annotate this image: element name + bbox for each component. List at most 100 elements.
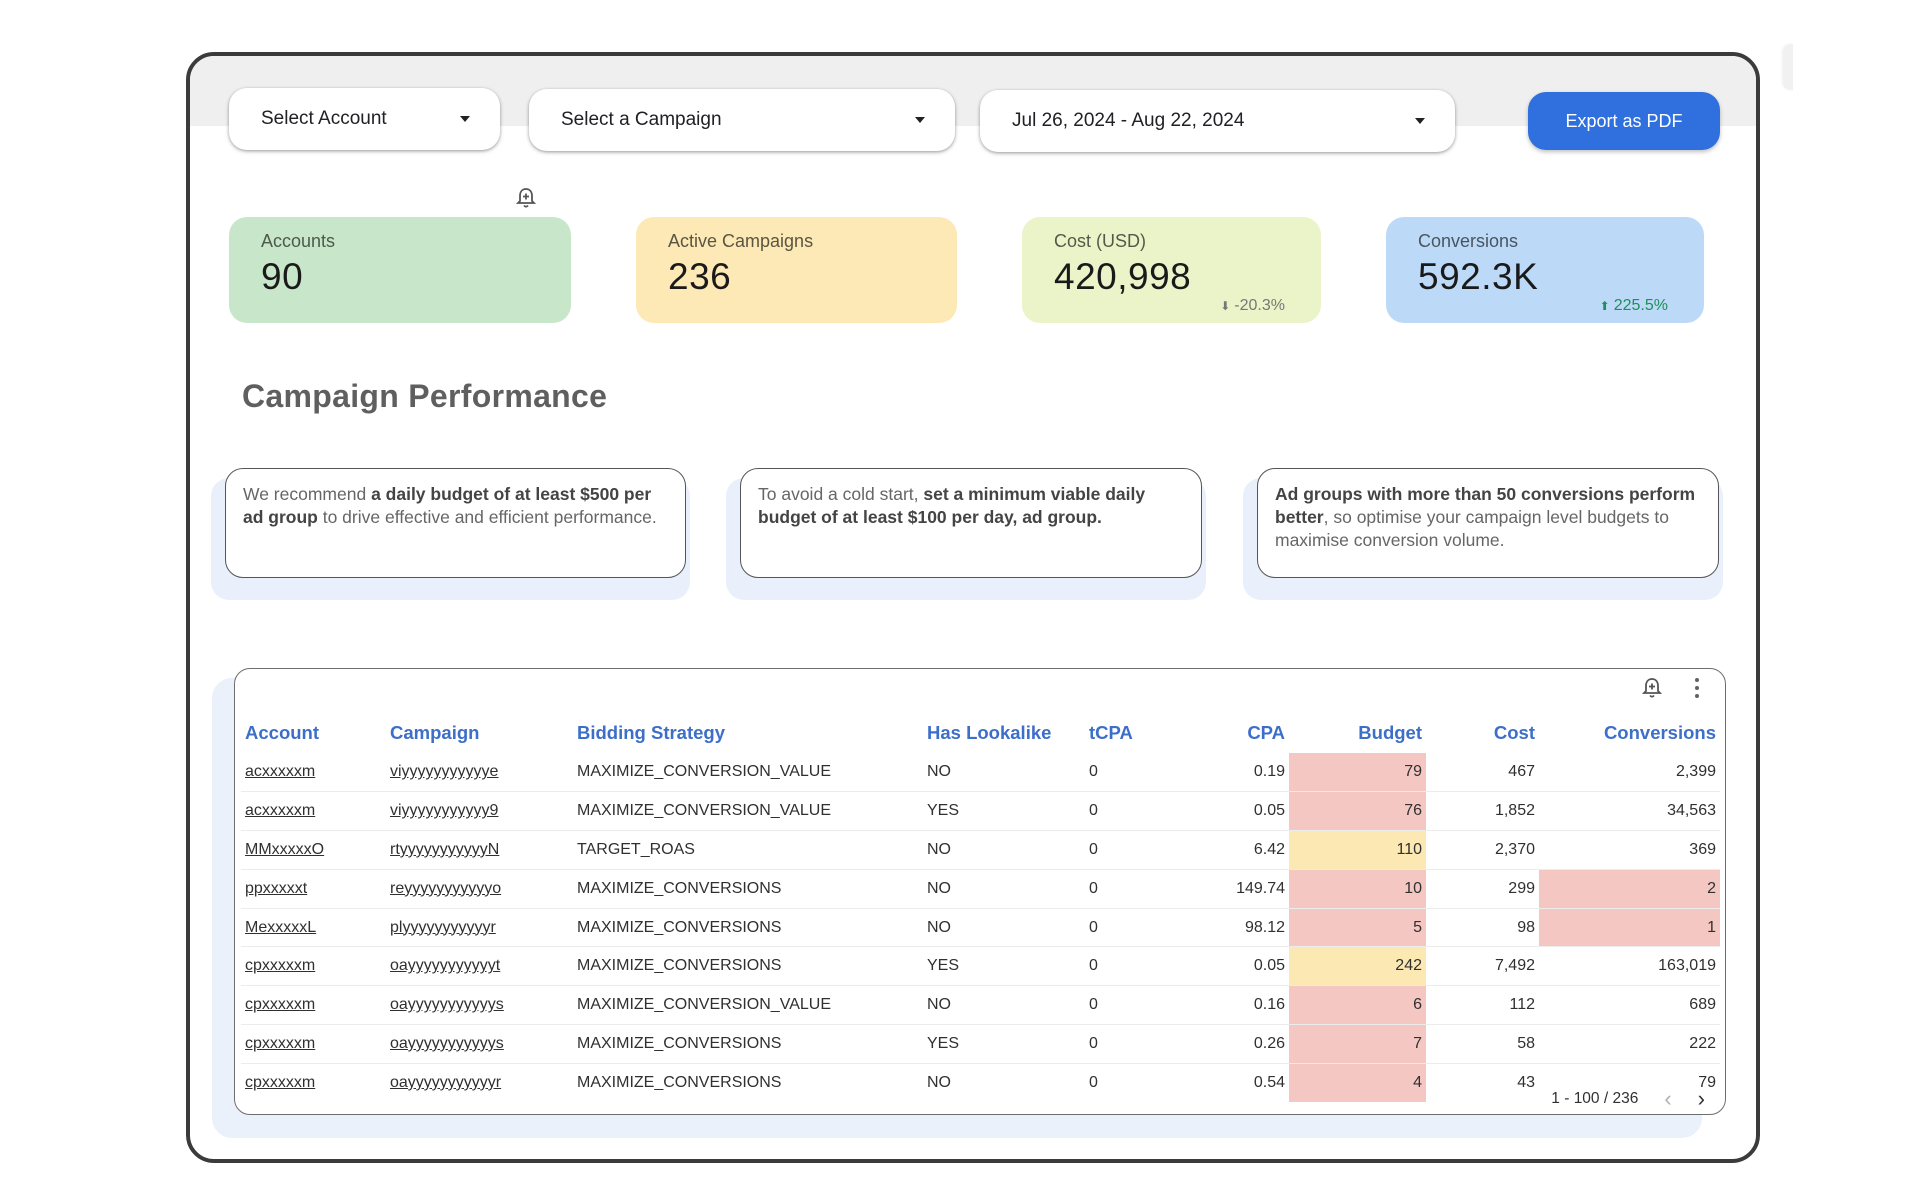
cell-budget: 7 [1289, 1024, 1426, 1064]
table-row: cpxxxxxm oayyyyyyyyyyyr MAXIMIZE_CONVERSIO… [241, 1062, 1720, 1103]
cell-budget: 4 [1289, 1062, 1426, 1103]
cell-account[interactable]: ppxxxxxt [241, 868, 386, 909]
column-header-conversions[interactable]: Conversions [1539, 713, 1720, 753]
cell-budget: 5 [1289, 907, 1426, 947]
cell-bidding-strategy: MAXIMIZE_CONVERSIONS [573, 946, 923, 986]
chevron-down-icon [1415, 118, 1425, 124]
select-campaign-dropdown[interactable]: Select a Campaign [529, 89, 955, 151]
cell-bidding-strategy: TARGET_ROAS [573, 830, 923, 870]
cell-cpa: 149.74 [1195, 868, 1289, 909]
kpi-card-conversions: Conversions 592.3K ⬆ 225.5% [1386, 217, 1704, 323]
kpi-card-accounts: Accounts 90 [229, 217, 571, 323]
cell-cpa: 0.19 [1253, 763, 1285, 781]
kpi-delta-value: -20.3% [1234, 297, 1285, 314]
date-range-label: Jul 26, 2024 - Aug 22, 2024 [1012, 110, 1245, 131]
cell-conversions: 163,019 [1539, 946, 1720, 986]
column-header-bidding-strategy[interactable]: Bidding Strategy [573, 713, 923, 753]
rec-text: To avoid a cold start, [758, 484, 924, 504]
cell-account[interactable]: MexxxxxL [241, 907, 386, 947]
cell-account[interactable]: cpxxxxxm [241, 1062, 386, 1103]
table-toolbar [1641, 677, 1699, 699]
cell-account[interactable]: cpxxxxxm [241, 946, 386, 986]
pagination-label: 1 - 100 / 236 [1551, 1090, 1639, 1107]
chevron-left-icon[interactable]: ‹ [1664, 1088, 1671, 1110]
column-header-budget[interactable]: Budget [1289, 713, 1426, 753]
cell-bidding-strategy: MAXIMIZE_CONVERSION_VALUE [573, 985, 923, 1025]
cell-conversions: 2 [1539, 868, 1720, 909]
cell-account[interactable]: MMxxxxxO [241, 830, 386, 870]
cell-tcpa: 0 [1085, 1062, 1195, 1103]
cell-bidding-strategy: MAXIMIZE_CONVERSIONS [573, 868, 923, 909]
chevron-right-icon[interactable]: › [1698, 1088, 1705, 1110]
column-header-tcpa[interactable]: tCPA [1085, 713, 1195, 753]
kpi-label: Active Campaigns [668, 231, 814, 251]
cell-cost: 98 [1426, 907, 1539, 947]
kpi-card-active-campaigns: Active Campaigns 236 [636, 217, 957, 323]
cell-campaign[interactable]: oayyyyyyyyyyys [386, 985, 573, 1025]
data-table: Account Campaign Bidding Strategy Has Lo… [241, 713, 1720, 1103]
cell-campaign[interactable]: oayyyyyyyyyyys [386, 1024, 573, 1064]
kpi-value: 90 [261, 256, 304, 297]
cell-has-lookalike: NO [923, 1062, 1085, 1103]
chevron-down-icon [460, 116, 470, 122]
arrow-up-icon: ⬆ [1599, 299, 1610, 313]
kpi-delta: ⬇ -20.3% [1220, 297, 1285, 315]
export-pdf-button[interactable]: Export as PDF [1528, 92, 1720, 150]
cell-campaign[interactable]: reyyyyyyyyyyyo [386, 868, 573, 909]
cell-campaign[interactable]: rtyyyyyyyyyyyN [386, 830, 573, 870]
cell-tcpa: 0 [1085, 868, 1195, 909]
table-row: cpxxxxxm oayyyyyyyyyyys MAXIMIZE_CONVERSIO… [241, 985, 1720, 1025]
cell-tcpa: 0 [1085, 907, 1195, 947]
cell-campaign[interactable]: viyyyyyyyyyyy9 [386, 791, 573, 831]
cell-has-lookalike: NO [923, 907, 1085, 947]
cell-has-lookalike: NO [923, 985, 1085, 1025]
cell-tcpa: 0 [1085, 1024, 1195, 1064]
kpi-delta: ⬆ 225.5% [1600, 297, 1668, 315]
cell-campaign[interactable]: viyyyyyyyyyyye [386, 753, 573, 792]
column-header-cost[interactable]: Cost [1426, 713, 1539, 753]
chevron-down-icon [915, 117, 925, 123]
cell-conversions: 222 [1539, 1024, 1720, 1064]
table-header-row: Account Campaign Bidding Strategy Has Lo… [241, 713, 1720, 753]
cell-conversions: 369 [1539, 830, 1720, 870]
date-range-dropdown[interactable]: Jul 26, 2024 - Aug 22, 2024 [980, 90, 1455, 152]
column-header-has-lookalike[interactable]: Has Lookalike [923, 713, 1085, 753]
cell-bidding-strategy: MAXIMIZE_CONVERSION_VALUE [577, 763, 831, 781]
cell-account[interactable]: cpxxxxxm [241, 985, 386, 1025]
column-header-account[interactable]: Account [241, 713, 386, 753]
cell-has-lookalike: NO [923, 830, 1085, 870]
cell-campaign[interactable]: oayyyyyyyyyyyt [386, 946, 573, 986]
select-campaign-label: Select a Campaign [561, 109, 722, 130]
cell-cost: 58 [1426, 1024, 1539, 1064]
cell-has-lookalike: YES [923, 946, 1085, 986]
cell-account[interactable]: acxxxxxm [241, 791, 386, 831]
campaign-table: Account Campaign Bidding Strategy Has Lo… [234, 668, 1726, 1115]
select-account-label: Select Account [261, 108, 387, 129]
column-header-campaign[interactable]: Campaign [386, 713, 573, 753]
table-row: cpxxxxxm oayyyyyyyyyyyt MAXIMIZE_CONVERSIO… [241, 946, 1720, 986]
arrow-down-icon: ⬇ [1220, 299, 1231, 313]
cell-account[interactable]: acxxxxxm [241, 753, 386, 792]
cell-cost: 112 [1426, 985, 1539, 1025]
bell-plus-icon[interactable] [515, 187, 537, 209]
kpi-delta-value: 225.5% [1613, 297, 1668, 314]
cell-campaign[interactable]: plyyyyyyyyyyyr [386, 907, 573, 947]
rec-text: to drive effective and efficient perform… [317, 507, 657, 527]
cell-account[interactable]: cpxxxxxm [241, 1024, 386, 1064]
cell-campaign[interactable]: oayyyyyyyyyyyr [386, 1062, 573, 1103]
cell-cpa: 0.05 [1195, 791, 1289, 831]
recommendation-card-3: Ad groups with more than 50 conversions … [1243, 468, 1723, 600]
column-header-cpa[interactable]: CPA [1195, 713, 1289, 753]
cell-tcpa: 0 [1085, 946, 1195, 986]
dashboard-frame: Select Account Select a Campaign Jul 26,… [186, 52, 1760, 1163]
cell-cpa: 0.05 [1195, 946, 1289, 986]
cell-tcpa: 0 [1085, 985, 1195, 1025]
cell-bidding-strategy: MAXIMIZE_CONVERSIONS [573, 1062, 923, 1103]
select-account-dropdown[interactable]: Select Account [229, 88, 500, 150]
cell-cost: 2,370 [1426, 830, 1539, 870]
cell-conversions: 2,399 [1675, 763, 1716, 781]
bell-plus-icon[interactable] [1641, 677, 1663, 699]
cell-cpa: 0.54 [1195, 1062, 1289, 1103]
more-vert-icon[interactable] [1694, 678, 1699, 698]
cell-has-lookalike: YES [923, 1024, 1085, 1064]
